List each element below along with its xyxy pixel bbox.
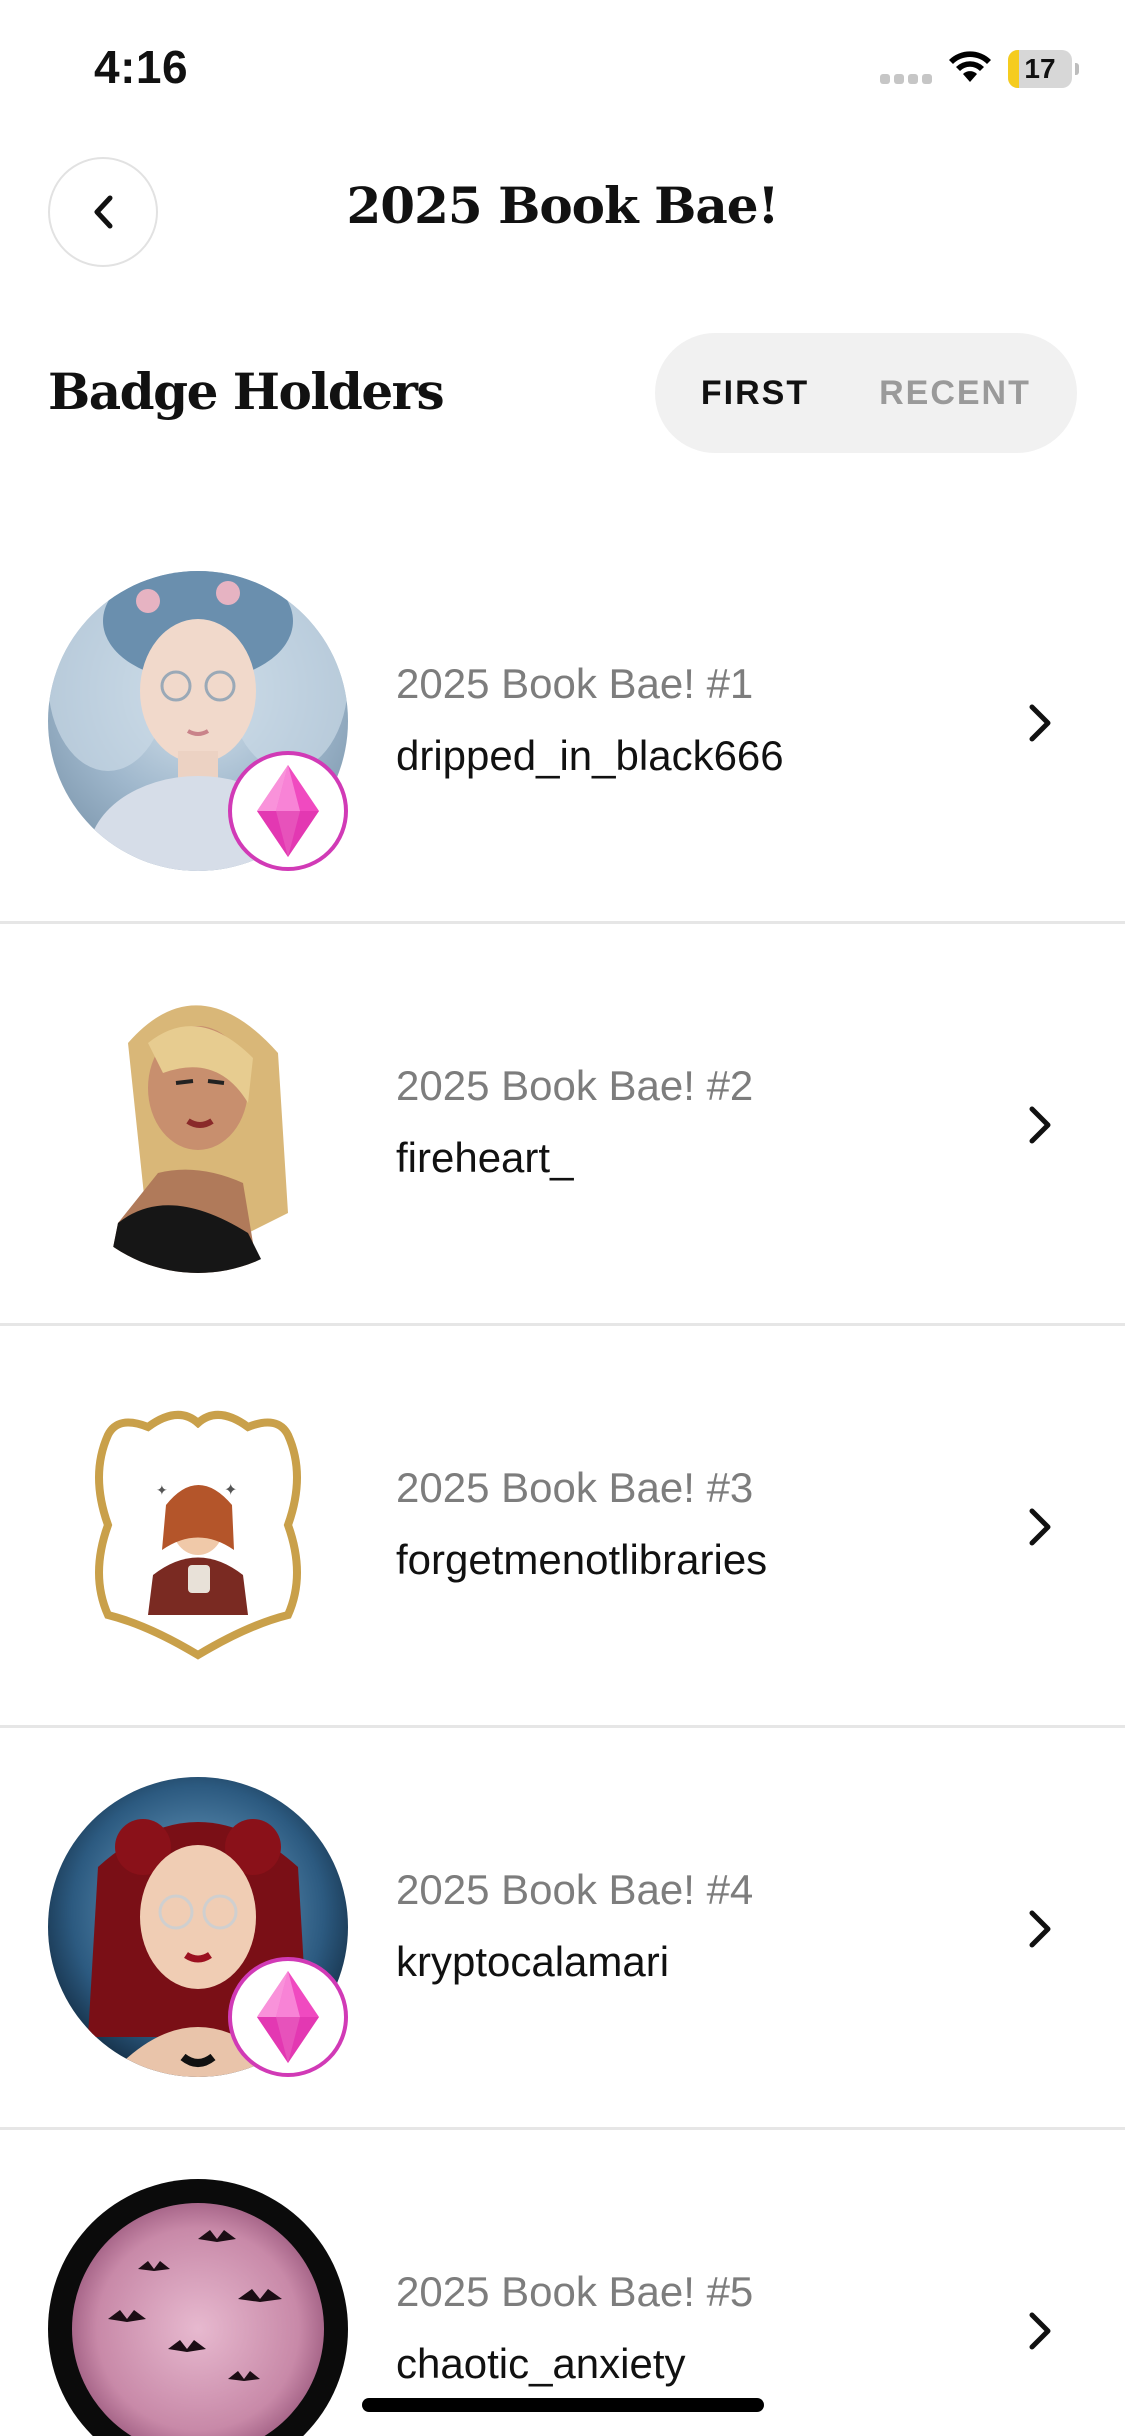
list-item[interactable]: 2025 Book Bae! #4 kryptocalamari: [0, 1728, 1125, 2130]
badge-title: 2025 Book Bae! #3: [396, 1464, 754, 1511]
tab-recent[interactable]: RECENT: [855, 333, 1055, 453]
username: forgetmenotlibraries: [396, 1536, 768, 1583]
list-item[interactable]: 2025 Book Bae! #5 chaotic_anxiety: [0, 2130, 1125, 2436]
status-time: 4:16: [94, 41, 189, 93]
username: kryptocalamari: [396, 1938, 670, 1985]
page-title: 2025 Book Bae!: [346, 176, 780, 235]
avatar: ✦ ✦: [48, 1375, 348, 1675]
username: fireheart_: [396, 1134, 574, 1181]
chevron-right-icon: [1029, 1910, 1051, 1948]
gem-badge: [228, 1957, 348, 2077]
avatar: [48, 571, 348, 871]
username: dripped_in_black666: [396, 732, 784, 779]
chevron-right-icon: [1029, 2312, 1051, 2350]
list-item[interactable]: ✦ ✦ 2025 Book Bae! #3 forgetmenotlibrari…: [0, 1326, 1125, 1728]
badge-holder-list: 2025 Book Bae! #1 dripped_in_black666 20…: [0, 522, 1125, 2436]
gem-icon: [257, 765, 319, 857]
avatar: [48, 973, 348, 1273]
list-item[interactable]: 2025 Book Bae! #1 dripped_in_black666: [0, 522, 1125, 924]
chevron-right-icon: [1029, 1508, 1051, 1546]
gem-badge: [228, 751, 348, 871]
username: chaotic_anxiety: [396, 2340, 686, 2387]
sort-segmented-control: FIRST RECENT: [655, 333, 1077, 453]
home-indicator[interactable]: [362, 2398, 764, 2412]
chevron-right-icon: [1029, 704, 1051, 742]
svg-text:✦: ✦: [156, 1483, 168, 1499]
chevron-right-icon: [1029, 1106, 1051, 1144]
wifi-icon: [949, 51, 991, 82]
battery-tip: [1075, 63, 1079, 75]
section-title: Badge Holders: [48, 362, 445, 421]
badge-title: 2025 Book Bae! #4: [396, 1866, 754, 1913]
badge-title: 2025 Book Bae! #1: [396, 660, 754, 707]
badge-title: 2025 Book Bae! #2: [396, 1062, 754, 1109]
gem-icon: [257, 1971, 319, 2063]
battery-body: 17: [1008, 50, 1072, 88]
avatar: [48, 1777, 348, 2077]
signal-icon: [880, 74, 932, 84]
svg-text:✦: ✦: [224, 1480, 237, 1499]
badge-title: 2025 Book Bae! #5: [396, 2268, 754, 2315]
status-bar: 4:16 17: [0, 0, 1125, 140]
battery-icon: 17: [1008, 50, 1079, 88]
list-item[interactable]: 2025 Book Bae! #2 fireheart_: [0, 924, 1125, 1326]
tab-first[interactable]: FIRST: [655, 333, 855, 453]
battery-level: 17: [1024, 53, 1056, 84]
avatar: [48, 2179, 348, 2436]
